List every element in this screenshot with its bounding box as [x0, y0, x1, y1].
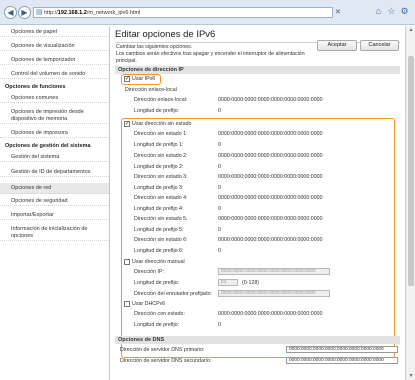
stateless-4-value: 0000:0000:0000:0000:0000:0000:0000:0000	[218, 195, 323, 201]
manual-prefix-label: Longitud de prefijo:	[134, 280, 180, 286]
manual-address-checkbox[interactable]	[124, 259, 130, 265]
prefix-2-value: 0	[218, 164, 221, 170]
scrollbar-thumb[interactable]	[408, 56, 414, 286]
stateless-checkbox[interactable]: ✓	[124, 121, 130, 127]
section-ip-header: Opciones de dirección IP	[115, 66, 400, 74]
manual-prefix-input[interactable]: 64	[218, 279, 238, 286]
address-prefix: http://	[44, 10, 58, 16]
dhcp-prefix-label: Longitud de prefijo:	[134, 322, 180, 328]
prefix-3-label: Longitud de prefijo 3:	[134, 185, 184, 191]
sidebar-heading-management: Opciones de gestión del sistema	[5, 143, 91, 149]
main-content: Editar opciones de IPv6 Cambiar las sigu…	[110, 26, 405, 380]
prefix-1-label: Longitud de prefijo 1:	[134, 142, 184, 148]
intro-line-1: Cambiar las siguientes opciones.	[116, 44, 193, 50]
sidebar-item-printer[interactable]: Opciones de impresora	[0, 130, 109, 138]
dhcp-prefix-value: 0	[218, 322, 221, 328]
prefix-6-value: 0	[218, 248, 221, 254]
stateless-4-label: Dirección sin estado 4:	[134, 195, 188, 201]
manual-ip-input[interactable]: 0000:0000:0000:0000:0000:0000:0000:0000	[218, 268, 330, 275]
stateless-3-label: Dirección sin estado 3:	[134, 174, 188, 180]
stateless-6-label: Dirección sin estado 6:	[134, 237, 188, 243]
section-dns-header: Opciones de DNS	[115, 336, 400, 344]
prefix-2-label: Longitud de prefijo 2:	[134, 164, 184, 170]
stateless-1-value: 0000:0000:0000:0000:0000:0000:0000:0000	[218, 131, 323, 137]
sidebar-item-memory-print[interactable]: Opciones de impresión desde	[0, 109, 109, 116]
sidebar-item-system[interactable]: Gestión del sistema	[0, 154, 109, 162]
sidebar-item-paper[interactable]: Opciones de papel	[0, 29, 109, 37]
link-local-label: Dirección enlace-local:	[134, 97, 188, 103]
title-divider	[115, 42, 400, 43]
page-icon: ▤	[36, 9, 43, 16]
stateless-3-value: 0000:0000:0000:0000:0000:0000:0000:0000	[218, 174, 323, 180]
prefix-6-label: Longitud de prefijo 6:	[134, 248, 184, 254]
stateful-address-label: Dirección con estado:	[134, 311, 185, 317]
stateless-2-label: Dirección sin estado 2:	[134, 153, 188, 159]
page-title: Editar opciones de IPv6	[115, 29, 216, 40]
prefix-5-value: 0	[218, 227, 221, 233]
prefix-length-value: 0	[218, 108, 221, 114]
sidebar-item-dept-id[interactable]: Gestión de ID de departamentos	[0, 169, 109, 177]
stateless-2-value: 0000:0000:0000:0000:0000:0000:0000:0000	[218, 153, 323, 159]
dns-secondary-label: Dirección de servidor DNS secundario:	[120, 358, 212, 364]
browser-toolbar: ◀ ▶ ▤ http://192.168.1.2/m_network_ipv6.…	[0, 0, 415, 25]
intro-line-2: Los cambios serán efectivos tras apagar …	[116, 51, 305, 57]
vertical-scrollbar[interactable]: ▲ ▼	[405, 26, 415, 380]
prefix-length-label: Longitud de prefijo:	[134, 108, 180, 114]
cancel-button[interactable]: Cancelar	[360, 40, 399, 51]
link-local-value: 0000:0000:0000:0000:0000:0000:0000:0000	[218, 97, 323, 103]
sidebar-item-init-info[interactable]: Información de inicialización de	[0, 226, 109, 233]
address-path: /m_network_ipv6.html	[86, 10, 141, 16]
sidebar-item-display[interactable]: Opciones de visualización	[0, 43, 109, 51]
use-ipv6-checkbox[interactable]: ✓	[124, 76, 130, 82]
address-domain: 192.168.1.2	[57, 10, 87, 16]
dhcpv6-checkbox[interactable]	[124, 301, 130, 307]
sidebar-item-common[interactable]: Opciones comunes	[0, 95, 109, 103]
sidebar-item-network[interactable]: Opciones de red	[0, 183, 109, 194]
sidebar-item-init-info-2[interactable]: opciones	[0, 233, 109, 241]
scroll-down-arrow-icon[interactable]: ▼	[406, 372, 415, 380]
address-bar[interactable]: ▤ http://192.168.1.2/m_network_ipv6.html	[33, 7, 333, 18]
dns-primary-input[interactable]: 0000:0000:0000:0000:0000:0000:0000:0000	[286, 346, 398, 353]
manual-gateway-input[interactable]: 0000:0000:0000:0000:0000:0000:0000:0000	[218, 290, 330, 297]
sidebar-heading-functions: Opciones de funciones	[5, 84, 66, 90]
forward-arrow-icon[interactable]: ▶	[18, 6, 31, 19]
stateless-label: Usar dirección sin estado	[132, 121, 192, 127]
manual-prefix-range: (0-128)	[242, 280, 260, 286]
close-tab-icon[interactable]: ✕	[335, 8, 341, 16]
sidebar-item-memory-print-2[interactable]: dispositivo de memoria	[0, 116, 109, 124]
dns-secondary-input[interactable]: 0000:0000:0000:0000:0000:0000:0000:0000	[286, 357, 398, 364]
intro-text: Cambiar las siguientes opciones. Los cam…	[116, 44, 306, 65]
prefix-4-label: Longitud de prefijo 4:	[134, 206, 184, 212]
stateless-5-value: 0000:0000:0000:0000:0000:0000:0000:0000	[218, 216, 323, 222]
accept-button[interactable]: Aceptar	[317, 40, 357, 51]
dns-primary-label: Dirección de servidor DNS primario:	[120, 347, 205, 353]
manual-address-label: Usar dirección manual	[132, 259, 185, 265]
manual-ip-label: Dirección IP:	[134, 269, 165, 275]
star-icon[interactable]: ☆	[386, 6, 397, 17]
back-arrow-icon[interactable]: ◀	[4, 6, 17, 19]
prefix-4-value: 0	[218, 206, 221, 212]
dhcpv6-label: Usar DHCPv6	[132, 301, 166, 307]
prefix-5-label: Longitud de prefijo 5:	[134, 227, 184, 233]
sidebar-item-timer[interactable]: Opciones de temporizador	[0, 57, 109, 65]
use-ipv6-label: Usar IPv6	[132, 76, 156, 82]
prefix-3-value: 0	[218, 185, 221, 191]
stateless-6-value: 0000:0000:0000:0000:0000:0000:0000:0000	[218, 237, 323, 243]
intro-line-3: principal.	[116, 58, 137, 64]
sidebar: Opciones de papel Opciones de visualizac…	[0, 26, 110, 380]
manual-gateway-label: Dirección del enrutador prefijado:	[134, 291, 213, 297]
home-icon[interactable]: ⌂	[373, 6, 384, 17]
gear-icon[interactable]: ⚙	[399, 6, 410, 17]
prefix-1-value: 0	[218, 142, 221, 148]
scroll-up-arrow-icon[interactable]: ▲	[406, 26, 415, 34]
stateless-5-label: Dirección sin estado 5:	[134, 216, 188, 222]
sidebar-item-volume[interactable]: Control del volumen de sonido	[0, 71, 109, 79]
sidebar-item-import-export[interactable]: Importar/Exportar	[0, 212, 109, 220]
stateful-address-value: 0000:0000:0000:0000:0000:0000:0000:0000	[218, 311, 323, 317]
stateless-1-label: Dirección sin estado 1:	[134, 131, 188, 137]
sidebar-item-security[interactable]: Opciones de seguridad	[0, 198, 109, 206]
link-local-heading: Dirección enlace-local	[125, 87, 177, 93]
